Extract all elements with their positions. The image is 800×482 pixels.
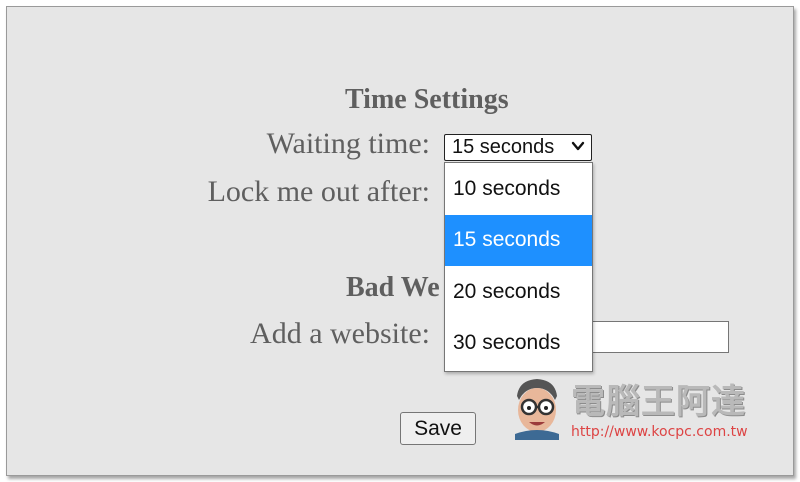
add-website-input[interactable] <box>589 321 729 353</box>
watermark: 電腦王阿達 http://www.kocpc.com.tw <box>505 372 775 444</box>
option-20-seconds[interactable]: 20 seconds <box>445 266 592 318</box>
option-30-seconds[interactable]: 30 seconds <box>445 318 592 370</box>
cartoon-face-logo-icon <box>515 379 559 440</box>
waiting-time-dropdown: 10 seconds 15 seconds 20 seconds 30 seco… <box>444 162 593 372</box>
waiting-time-select[interactable]: 15 seconds <box>444 134 592 161</box>
add-website-label: Add a website: <box>250 317 430 350</box>
option-15-seconds[interactable]: 15 seconds <box>445 214 592 266</box>
time-settings-heading: Time Settings <box>345 84 509 115</box>
waiting-time-label: Waiting time: <box>266 127 430 160</box>
bad-websites-heading: Bad We <box>346 272 440 303</box>
save-button[interactable]: Save <box>400 412 476 445</box>
lock-out-label: Lock me out after: <box>207 175 430 208</box>
waiting-time-select-value: 15 seconds <box>452 136 555 158</box>
chevron-down-icon <box>571 141 585 151</box>
watermark-brand: 電腦王阿達 <box>571 382 746 422</box>
watermark-url: http://www.kocpc.com.tw <box>571 424 748 440</box>
option-10-seconds[interactable]: 10 seconds <box>445 163 592 215</box>
